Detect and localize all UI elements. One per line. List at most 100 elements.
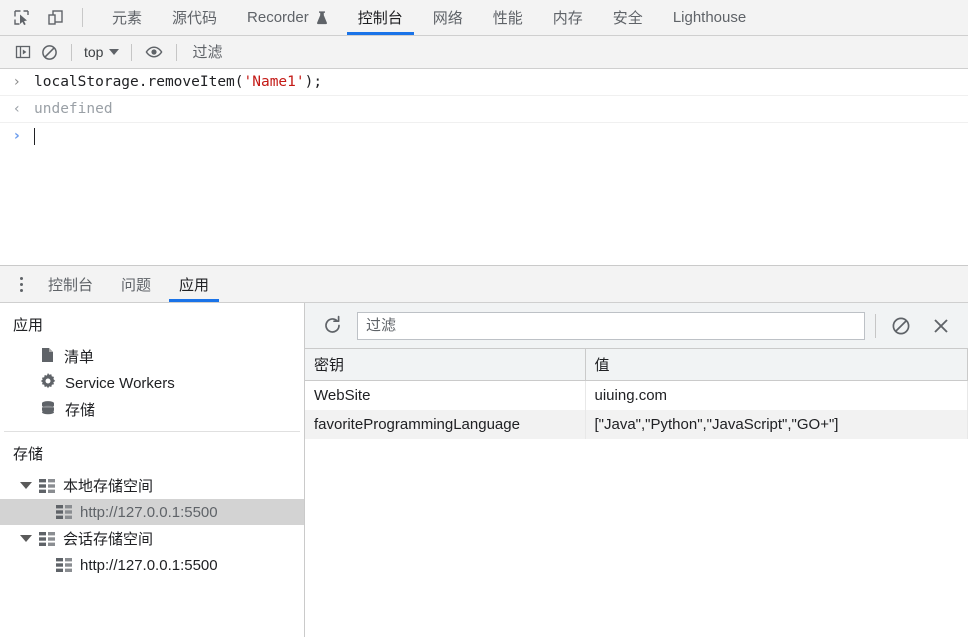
tree-item-local-storage-origin[interactable]: http://127.0.0.1:5500 (0, 499, 304, 525)
sidebar-item-manifest[interactable]: 清单 (0, 343, 304, 370)
console-sidebar-icon[interactable] (10, 39, 36, 65)
sidebar-item-label: 存储 (65, 402, 96, 419)
toolbar-divider (875, 313, 876, 338)
console-message-input: › localStorage.removeItem('Name1'); (0, 69, 968, 96)
storage-filter-wrap (357, 311, 865, 340)
delete-selected-icon[interactable] (926, 311, 956, 341)
table-grid-icon (56, 558, 72, 572)
tree-item-label: 本地存储空间 (63, 478, 154, 495)
column-header-value[interactable]: 值 (585, 349, 968, 381)
drawer: 控制台 问题 应用 应用 清单 Service Workers 存储 存储 本地… (0, 265, 968, 637)
text-caret (34, 128, 35, 145)
code-string-literal: 'Name1' (243, 74, 305, 90)
toolbar-divider (131, 43, 133, 61)
tab-lighthouse[interactable]: Lighthouse (658, 0, 761, 35)
tab-label: 控制台 (357, 10, 403, 27)
tab-label: Recorder (247, 9, 309, 26)
refresh-icon[interactable] (317, 311, 347, 341)
clear-all-icon[interactable] (886, 311, 916, 341)
database-icon (40, 400, 56, 420)
tab-network[interactable]: 网络 (418, 0, 478, 35)
tree-item-session-storage-origin[interactable]: http://127.0.0.1:5500 (0, 552, 304, 578)
input-marker-icon: › (14, 74, 20, 90)
drawer-tab-application[interactable]: 应用 (165, 266, 223, 302)
output-marker-icon: ‹ (14, 101, 20, 117)
table-header-row: 密钥 值 (305, 349, 968, 381)
sidebar-section-title: 应用 (13, 317, 44, 334)
table-grid-icon (39, 478, 55, 493)
console-output-value: undefined (34, 101, 113, 117)
flask-icon (316, 10, 328, 25)
cell-key[interactable]: favoriteProgrammingLanguage (305, 409, 586, 439)
drawer-tab-label: 应用 (179, 276, 210, 294)
sidebar-item-label: 清单 (64, 349, 95, 366)
tree-item-label: http://127.0.0.1:5500 (80, 556, 218, 574)
device-toolbar-icon[interactable] (44, 7, 66, 29)
storage-table-scroll[interactable]: 密钥 值 WebSite uiuing.com favoriteProgramm… (305, 349, 968, 637)
table-row[interactable]: WebSite uiuing.com (305, 380, 968, 410)
storage-content-panel: 密钥 值 WebSite uiuing.com favoriteProgramm… (305, 303, 968, 637)
manifest-document-icon (40, 347, 55, 367)
drawer-tab-label: 控制台 (48, 276, 94, 294)
tab-label: 性能 (492, 10, 523, 27)
sidebar-item-service-workers[interactable]: Service Workers (0, 370, 304, 396)
console-prompt-row[interactable]: › (0, 123, 968, 149)
console-input-code: localStorage.removeItem('Name1'); (34, 72, 322, 92)
tab-elements[interactable]: 元素 (97, 0, 157, 35)
console-output[interactable]: › localStorage.removeItem('Name1'); ‹ un… (0, 69, 968, 265)
application-panel: 应用 清单 Service Workers 存储 存储 本地存储空间 http:… (0, 303, 968, 637)
toolbar-divider (82, 8, 83, 27)
execution-context-selector[interactable]: top (81, 44, 122, 60)
tree-item-local-storage[interactable]: 本地存储空间 (0, 472, 304, 499)
more-options-icon[interactable] (8, 266, 34, 302)
column-header-key[interactable]: 密钥 (305, 349, 586, 381)
sidebar-item-label: Service Workers (65, 374, 175, 392)
application-sidebar: 应用 清单 Service Workers 存储 存储 本地存储空间 http:… (0, 303, 305, 637)
tab-security[interactable]: 安全 (598, 0, 658, 35)
chevron-down-icon[interactable] (20, 482, 32, 489)
table-grid-icon (39, 531, 55, 546)
console-filter-wrap (186, 36, 968, 68)
sidebar-section-title: 存储 (13, 446, 44, 463)
cell-value[interactable]: uiuing.com (585, 380, 968, 410)
console-filter-input[interactable] (186, 39, 968, 65)
toolbar-icon-group (0, 0, 97, 35)
tab-label: 元素 (112, 10, 143, 27)
tab-performance[interactable]: 性能 (478, 0, 538, 35)
gear-icon (40, 373, 56, 393)
sidebar-section-storage: 存储 本地存储空间 http://127.0.0.1:5500 会话存储空间 h… (0, 432, 304, 586)
tab-console[interactable]: 控制台 (343, 0, 418, 35)
tab-label: 安全 (612, 10, 643, 27)
table-grid-icon (56, 505, 72, 519)
tab-sources[interactable]: 源代码 (157, 0, 232, 35)
storage-table: 密钥 值 WebSite uiuing.com favoriteProgramm… (305, 349, 968, 439)
tab-label: 网络 (432, 10, 463, 27)
console-toolbar: top (0, 36, 968, 69)
cell-value[interactable]: ["Java","Python","JavaScript","GO+"] (585, 409, 968, 439)
cell-key[interactable]: WebSite (305, 380, 586, 410)
toolbar-divider (176, 43, 178, 61)
devtools-window: 元素 源代码 Recorder 控制台 网络 性能 内存 安全 Lighthou… (0, 0, 968, 637)
chevron-down-icon (109, 49, 120, 55)
tab-label: 源代码 (172, 10, 218, 27)
clear-console-icon[interactable] (36, 39, 62, 65)
tab-recorder[interactable]: Recorder (232, 0, 343, 35)
execution-context-label: top (84, 44, 104, 60)
table-row[interactable]: favoriteProgrammingLanguage ["Java","Pyt… (305, 409, 968, 439)
tree-item-session-storage[interactable]: 会话存储空间 (0, 525, 304, 552)
main-toolbar: 元素 源代码 Recorder 控制台 网络 性能 内存 安全 Lighthou… (0, 0, 968, 36)
drawer-tab-issues[interactable]: 问题 (107, 266, 165, 302)
sidebar-item-storage[interactable]: 存储 (0, 396, 304, 423)
drawer-tab-label: 问题 (121, 276, 152, 294)
storage-filter-input[interactable] (366, 317, 856, 334)
prompt-marker-icon: › (14, 128, 20, 144)
inspect-cursor-icon[interactable] (10, 7, 32, 29)
drawer-tab-console[interactable]: 控制台 (34, 266, 107, 302)
live-expression-icon[interactable] (141, 39, 167, 65)
toolbar-divider (71, 43, 72, 61)
tab-label: Lighthouse (672, 9, 747, 26)
tab-label: 内存 (552, 10, 583, 27)
table-body: WebSite uiuing.com favoriteProgrammingLa… (305, 380, 968, 439)
chevron-down-icon[interactable] (20, 535, 32, 542)
tab-memory[interactable]: 内存 (538, 0, 598, 35)
